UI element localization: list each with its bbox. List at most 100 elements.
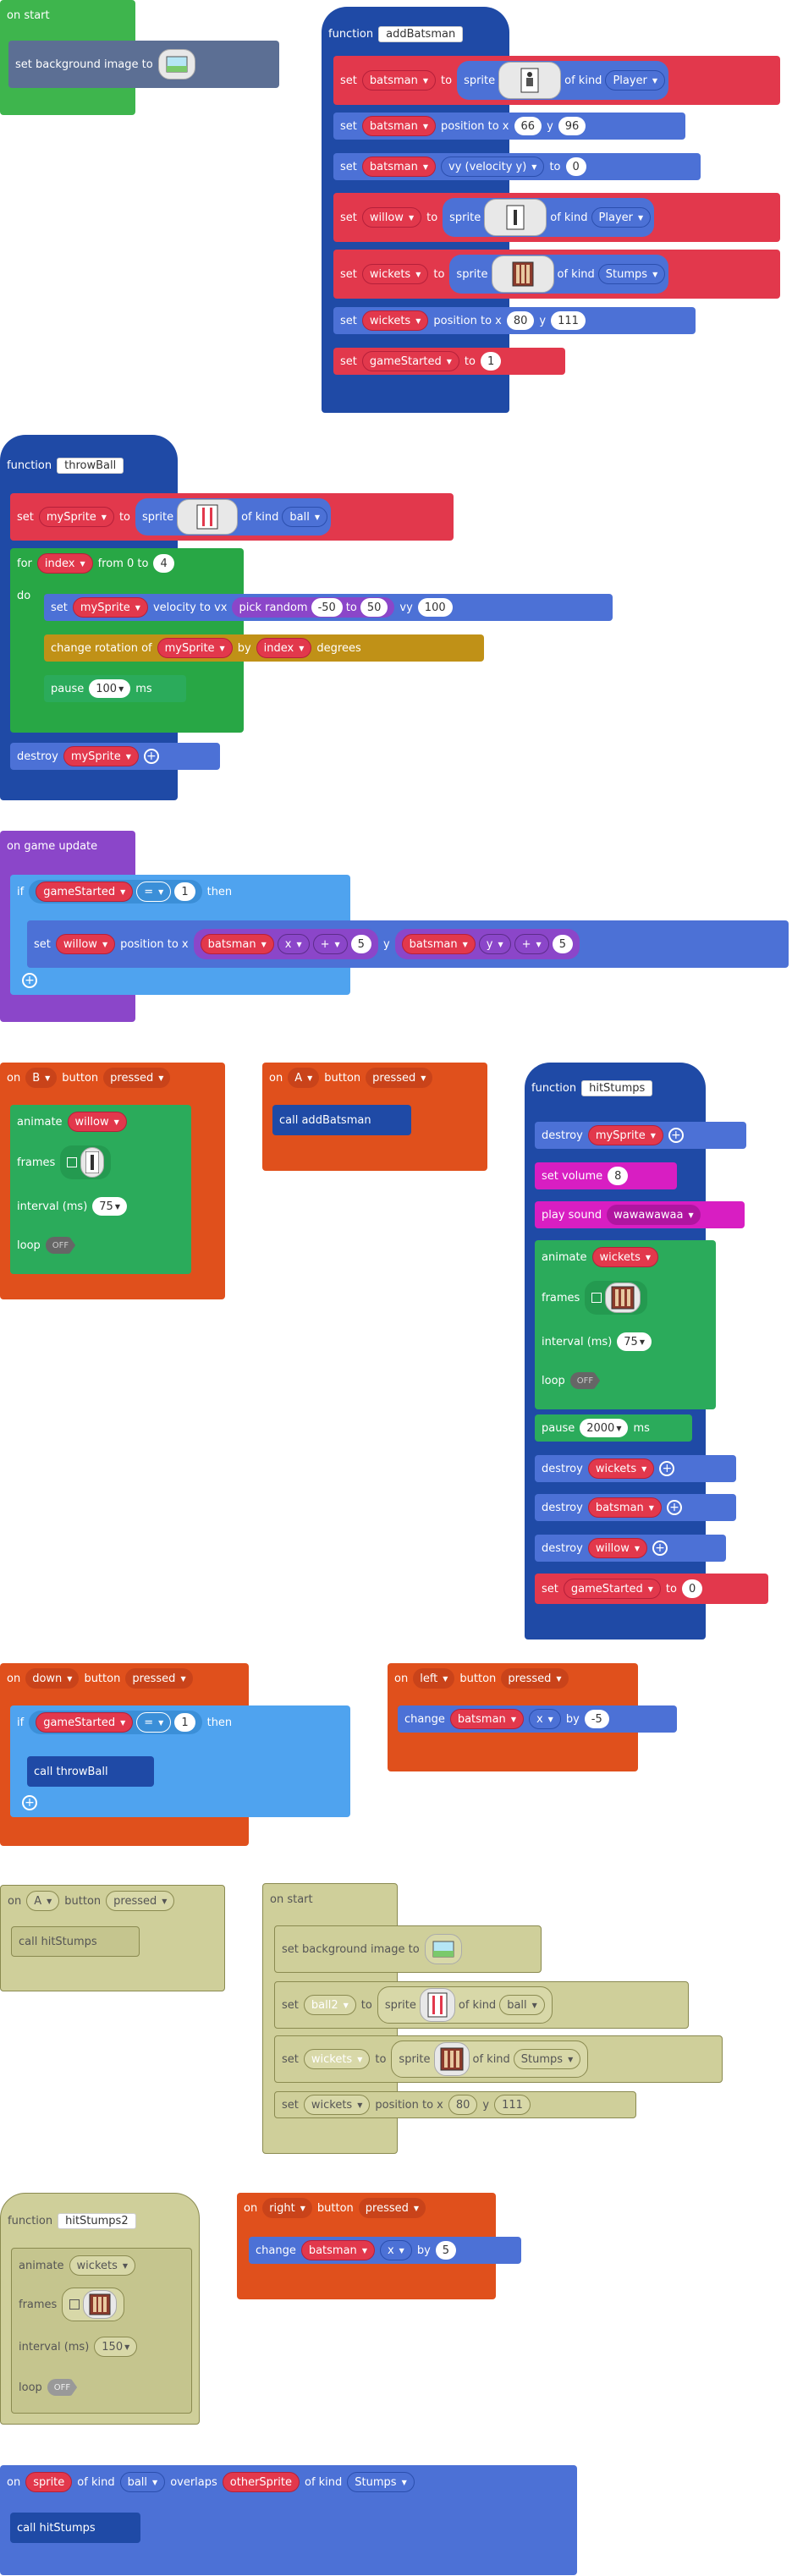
add-effect-icon[interactable]: + bbox=[666, 1500, 682, 1515]
play-sound-row[interactable]: play sound wawawawaa bbox=[535, 1201, 745, 1228]
event-dropdown[interactable]: pressed bbox=[366, 1068, 433, 1088]
property-dropdown[interactable]: x bbox=[528, 1709, 561, 1729]
variable-dropdown[interactable]: willow bbox=[361, 207, 422, 228]
set-mysprite-row[interactable]: set mySprite to sprite of kind ball bbox=[10, 493, 454, 541]
operator-dropdown[interactable]: = bbox=[136, 1712, 172, 1733]
operator-dropdown[interactable]: = bbox=[136, 882, 172, 902]
animate-block[interactable]: animate wickets frames interval (ms) 150… bbox=[11, 2248, 192, 2414]
batsman-sprite-image[interactable] bbox=[498, 62, 562, 99]
variable-dropdown[interactable]: gameStarted bbox=[36, 1712, 134, 1733]
compare-value-field[interactable]: 1 bbox=[174, 882, 195, 901]
disabled-function-hit-stumps2[interactable]: function hitStumps2 animate wickets fram… bbox=[0, 2193, 200, 2425]
frames-editor[interactable] bbox=[62, 2288, 125, 2321]
set-wickets-position-row[interactable]: set wickets position to x 80 y 111 bbox=[333, 307, 696, 334]
background-image-slot[interactable] bbox=[157, 49, 195, 80]
destroy-willow-row[interactable]: destroy willow + bbox=[535, 1535, 726, 1562]
willow-sprite-image[interactable] bbox=[484, 199, 547, 236]
set-background-row[interactable]: set background image to bbox=[8, 41, 279, 88]
add-x-block[interactable]: batsman x + 5 bbox=[193, 929, 378, 959]
event-dropdown[interactable]: pressed bbox=[358, 2198, 426, 2218]
variable-dropdown[interactable]: mySprite bbox=[587, 1125, 663, 1145]
destroy-mysprite-row[interactable]: destroy mySprite + bbox=[535, 1122, 746, 1149]
operator-dropdown[interactable]: + bbox=[312, 934, 348, 954]
set-willow-sprite-row[interactable]: set willow to sprite of kind Player bbox=[333, 193, 780, 242]
operator-dropdown[interactable]: + bbox=[514, 934, 549, 954]
loop-toggle[interactable]: OFF bbox=[569, 1372, 601, 1389]
interval-dropdown[interactable]: 75 bbox=[92, 1197, 127, 1216]
add-effect-icon[interactable]: + bbox=[143, 749, 159, 764]
on-start-block[interactable]: on start set background image to bbox=[0, 0, 279, 115]
button-dropdown[interactable]: A bbox=[288, 1068, 320, 1088]
variable-dropdown[interactable]: wickets bbox=[361, 310, 429, 331]
pause-row[interactable]: pause 2000 ms bbox=[535, 1414, 692, 1442]
variable-dropdown[interactable]: wickets bbox=[361, 264, 429, 284]
function-name-field[interactable]: hitStumps bbox=[581, 1079, 653, 1096]
set-background-row[interactable]: set background image to bbox=[274, 1925, 542, 1973]
set-batsman-sprite-row[interactable]: set batsman to sprite of kind Player bbox=[333, 56, 780, 105]
volume-field[interactable]: 8 bbox=[608, 1167, 629, 1185]
wickets-sprite-image[interactable] bbox=[433, 2042, 470, 2076]
interval-dropdown[interactable]: 150 bbox=[94, 2337, 138, 2357]
sound-dropdown[interactable]: wawawawaa bbox=[607, 1205, 701, 1225]
random-min-field[interactable]: -50 bbox=[311, 598, 343, 617]
sprite-kind-block[interactable]: sprite of kind ball bbox=[135, 498, 331, 536]
loop-toggle[interactable]: OFF bbox=[45, 1237, 76, 1254]
animate-block[interactable]: animate wickets frames interval (ms) 75 … bbox=[535, 1240, 716, 1409]
compare-value-field[interactable]: 1 bbox=[174, 1713, 195, 1732]
property-dropdown[interactable]: x bbox=[379, 2240, 412, 2260]
function-name-field[interactable]: addBatsman bbox=[378, 25, 464, 42]
event-dropdown[interactable]: pressed bbox=[501, 1668, 569, 1689]
offset-value-field[interactable]: 5 bbox=[552, 935, 573, 953]
call-add-batsman[interactable]: call addBatsman bbox=[272, 1105, 411, 1135]
sprite-kind-block[interactable]: sprite of kind Stumps bbox=[391, 2040, 589, 2078]
x-value-field[interactable]: 66 bbox=[514, 117, 542, 135]
frame-image[interactable] bbox=[80, 1147, 105, 1178]
button-dropdown[interactable]: right bbox=[262, 2198, 312, 2218]
variable-dropdown[interactable]: willow bbox=[67, 1112, 127, 1132]
variable-dropdown[interactable]: mySprite bbox=[72, 597, 148, 618]
variable-dropdown[interactable]: wickets bbox=[587, 1458, 655, 1479]
kind-dropdown[interactable]: Player bbox=[605, 70, 666, 91]
wickets-sprite-image[interactable] bbox=[491, 255, 554, 293]
y-value-field[interactable]: 111 bbox=[551, 311, 586, 330]
set-game-started-row[interactable]: set gameStarted to 0 bbox=[535, 1574, 768, 1604]
animate-block[interactable]: animate willow frames interval (ms) 75 l… bbox=[10, 1105, 191, 1274]
call-throw-ball[interactable]: call throwBall bbox=[27, 1756, 154, 1787]
variable-dropdown[interactable]: gameStarted bbox=[361, 351, 459, 371]
event-dropdown[interactable]: pressed bbox=[103, 1068, 171, 1088]
call-hit-stumps[interactable]: call hitStumps bbox=[10, 2513, 140, 2543]
destroy-wickets-row[interactable]: destroy wickets + bbox=[535, 1455, 736, 1482]
variable-dropdown[interactable]: ball2 bbox=[303, 1995, 356, 2015]
other-sprite-parameter[interactable]: otherSprite bbox=[222, 2472, 300, 2492]
set-batsman-position-row[interactable]: set batsman position to x 66 y 96 bbox=[333, 113, 685, 140]
sprite-kind-block[interactable]: sprite of kind Stumps bbox=[449, 255, 669, 294]
interval-dropdown[interactable]: 75 bbox=[617, 1332, 652, 1351]
set-velocity-row[interactable]: set mySprite velocity to vx pick random … bbox=[44, 594, 613, 621]
value-field[interactable]: 1 bbox=[480, 352, 502, 371]
sprite-kind-block[interactable]: sprite of kind Player bbox=[443, 198, 655, 237]
set-wickets-position-row[interactable]: set wickets position to x 80 y 111 bbox=[274, 2091, 636, 2118]
event-dropdown[interactable]: pressed bbox=[106, 1891, 175, 1911]
button-dropdown[interactable]: left bbox=[413, 1668, 455, 1689]
property-dropdown[interactable]: x bbox=[277, 934, 310, 954]
button-dropdown[interactable]: B bbox=[25, 1068, 58, 1088]
button-dropdown[interactable]: A bbox=[26, 1891, 60, 1911]
offset-value-field[interactable]: 5 bbox=[350, 935, 371, 953]
vy-value-field[interactable]: 0 bbox=[565, 157, 586, 176]
property-dropdown[interactable]: y bbox=[478, 934, 511, 954]
pick-random-block[interactable]: pick random -50 to 50 bbox=[232, 597, 395, 618]
pause-row[interactable]: pause 100 ms bbox=[44, 675, 186, 702]
pause-dropdown[interactable]: 2000 bbox=[580, 1419, 629, 1437]
variable-dropdown[interactable]: batsman bbox=[401, 934, 476, 954]
change-rotation-row[interactable]: change rotation of mySprite by index deg… bbox=[44, 634, 484, 662]
x-value-field[interactable]: 80 bbox=[506, 311, 535, 330]
variable-dropdown[interactable]: mySprite bbox=[38, 507, 114, 527]
kind-dropdown[interactable]: Stumps bbox=[347, 2472, 415, 2492]
y-value-field[interactable]: 111 bbox=[494, 2095, 531, 2115]
kind-dropdown[interactable]: Stumps bbox=[513, 2049, 581, 2069]
variable-dropdown[interactable]: wickets bbox=[69, 2255, 136, 2276]
background-image-slot[interactable] bbox=[424, 1934, 462, 1964]
function-name-field[interactable]: hitStumps2 bbox=[58, 2212, 136, 2229]
loop-end-field[interactable]: 4 bbox=[153, 554, 174, 573]
variable-dropdown[interactable]: batsman bbox=[449, 1709, 524, 1729]
